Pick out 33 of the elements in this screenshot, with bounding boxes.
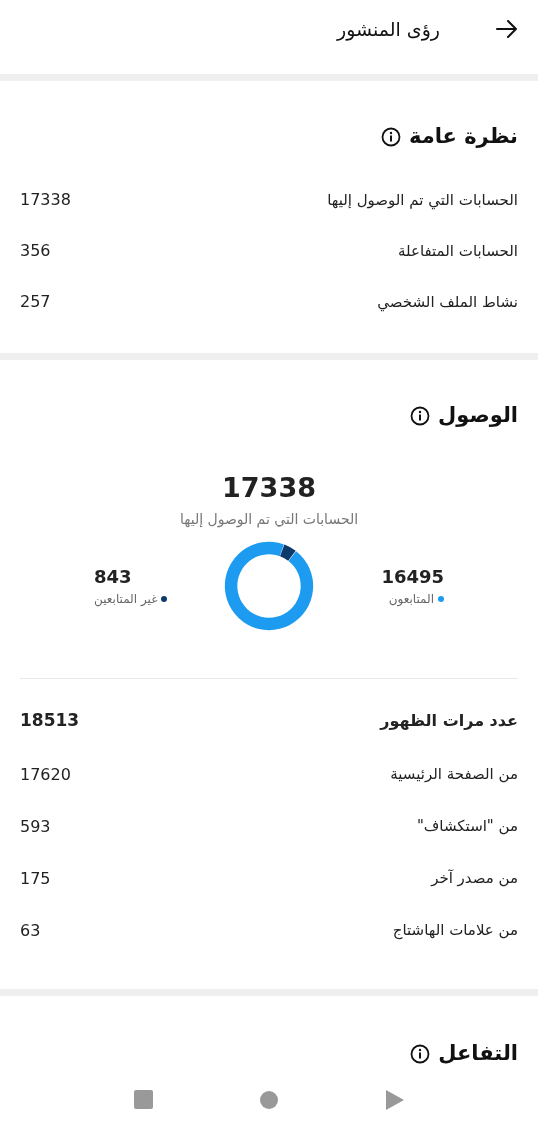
metric-label: الحسابات المتفاعلة bbox=[397, 240, 518, 262]
info-icon[interactable] bbox=[410, 1043, 431, 1064]
metric-label: من الصفحة الرئيسية bbox=[390, 764, 518, 786]
metric-label: من "استكشاف" bbox=[416, 816, 518, 838]
reach-total-label: الحسابات التي تم الوصول إليها bbox=[179, 509, 359, 530]
metric-value: 17620 bbox=[20, 763, 71, 786]
metric-label: من مصدر آخر bbox=[431, 868, 518, 890]
reach-total: 17338 bbox=[222, 473, 316, 501]
section-title: الوصول bbox=[438, 402, 518, 429]
metric-label: من علامات الهاشتاج bbox=[392, 920, 518, 942]
back-arrow-icon[interactable] bbox=[496, 20, 518, 38]
home-icon[interactable] bbox=[260, 1090, 279, 1109]
metric-value: 593 bbox=[20, 815, 51, 838]
info-icon[interactable] bbox=[410, 405, 431, 426]
metric-label: نشاط الملف الشخصي bbox=[377, 291, 518, 314]
page-title: رؤى المنشور bbox=[337, 16, 440, 43]
section-title: نظرة عامة bbox=[408, 123, 518, 150]
metric-value: 356 bbox=[20, 240, 51, 262]
legend-value: 843 bbox=[94, 565, 132, 589]
metric-value: 18513 bbox=[20, 709, 80, 733]
info-icon[interactable] bbox=[380, 126, 401, 147]
metric-label: الحسابات التي تم الوصول إليها bbox=[327, 189, 518, 212]
metric-label: عدد مرات الظهور bbox=[380, 710, 518, 732]
metric-value: 17338 bbox=[20, 189, 71, 211]
recent-apps-icon[interactable] bbox=[133, 1090, 153, 1109]
metric-value: 63 bbox=[20, 919, 41, 942]
legend-label: المتابعون bbox=[388, 591, 434, 608]
back-icon[interactable] bbox=[386, 1089, 405, 1110]
metric-value: 175 bbox=[20, 867, 51, 890]
legend-label: غير المتابعين bbox=[94, 591, 158, 608]
metric-value: 257 bbox=[20, 291, 51, 313]
section-title: التفاعل bbox=[438, 1040, 518, 1067]
legend-value: 16495 bbox=[381, 565, 444, 589]
